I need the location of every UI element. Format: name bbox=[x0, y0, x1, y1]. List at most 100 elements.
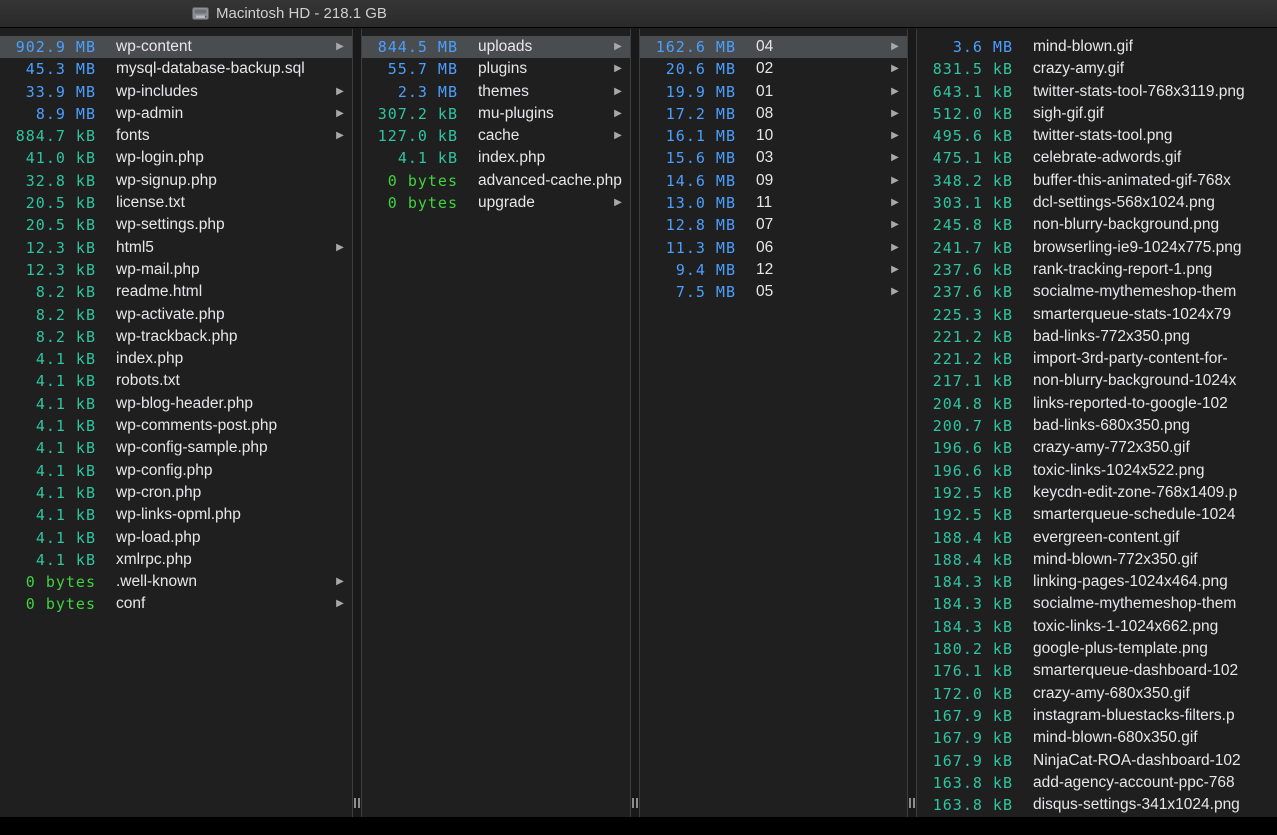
file-row[interactable]: 495.6 kBtwitter-stats-tool.png bbox=[917, 125, 1277, 147]
file-row[interactable]: 167.9 kBinstagram-bluestacks-filters.p bbox=[917, 705, 1277, 727]
file-row[interactable]: 184.3 kBtoxic-links-1-1024x662.png bbox=[917, 616, 1277, 638]
file-size: 307.2 kB bbox=[362, 103, 458, 125]
file-row[interactable]: 512.0 kBsigh-gif.gif bbox=[917, 103, 1277, 125]
file-row[interactable]: 4.1 kBindex.php bbox=[0, 348, 352, 370]
file-row[interactable]: 184.3 kBsocialme-mythemeshop-them bbox=[917, 593, 1277, 615]
file-list[interactable]: 844.5 MBuploads▶55.7 MBplugins▶2.3 MBthe… bbox=[362, 29, 630, 817]
file-row[interactable]: 884.7 kBfonts▶ bbox=[0, 125, 352, 147]
file-row[interactable]: 348.2 kBbuffer-this-animated-gif-768x bbox=[917, 170, 1277, 192]
file-row[interactable]: 12.8 MB07▶ bbox=[640, 214, 907, 236]
file-row[interactable]: 17.2 MB08▶ bbox=[640, 103, 907, 125]
file-row[interactable]: 0 bytesadvanced-cache.php bbox=[362, 170, 630, 192]
title-group: Macintosh HD - 218.1 GB bbox=[192, 0, 387, 27]
file-list[interactable]: 162.6 MB04▶20.6 MB02▶19.9 MB01▶17.2 MB08… bbox=[640, 29, 907, 817]
file-name: toxic-links-1024x522.png bbox=[1033, 460, 1277, 482]
file-row[interactable]: 20.5 kBlicense.txt bbox=[0, 192, 352, 214]
file-row[interactable]: 16.1 MB10▶ bbox=[640, 125, 907, 147]
file-row[interactable]: 643.1 kBtwitter-stats-tool-768x3119.png bbox=[917, 81, 1277, 103]
file-row[interactable]: 2.3 MBthemes▶ bbox=[362, 81, 630, 103]
file-row[interactable]: 4.1 kBxmlrpc.php bbox=[0, 549, 352, 571]
file-row[interactable]: 237.6 kBrank-tracking-report-1.png bbox=[917, 259, 1277, 281]
file-row[interactable]: 45.3 MBmysql-database-backup.sql bbox=[0, 58, 352, 80]
file-row[interactable]: 4.1 kBwp-config.php bbox=[0, 460, 352, 482]
file-row[interactable]: 217.1 kBnon-blurry-background-1024x bbox=[917, 370, 1277, 392]
file-row[interactable]: 33.9 MBwp-includes▶ bbox=[0, 81, 352, 103]
file-row[interactable]: 32.8 kBwp-signup.php bbox=[0, 170, 352, 192]
file-row[interactable]: 172.0 kBcrazy-amy-680x350.gif bbox=[917, 683, 1277, 705]
file-row[interactable]: 162.6 MB04▶ bbox=[640, 36, 907, 58]
file-row[interactable]: 11.3 MB06▶ bbox=[640, 237, 907, 259]
file-row[interactable]: 4.1 kBrobots.txt bbox=[0, 370, 352, 392]
file-name: wp-blog-header.php bbox=[116, 393, 352, 415]
file-row[interactable]: 192.5 kBkeycdn-edit-zone-768x1409.p bbox=[917, 482, 1277, 504]
file-row[interactable]: 7.5 MB05▶ bbox=[640, 281, 907, 303]
file-row[interactable]: 184.3 kBlinking-pages-1024x464.png bbox=[917, 571, 1277, 593]
file-row[interactable]: 4.1 kBindex.php bbox=[362, 147, 630, 169]
file-row[interactable]: 225.3 kBsmarterqueue-stats-1024x79 bbox=[917, 304, 1277, 326]
file-row[interactable]: 163.8 kBdisqus-settings-341x1024.png bbox=[917, 794, 1277, 816]
file-row[interactable]: 4.1 kBwp-links-opml.php bbox=[0, 504, 352, 526]
column-resize-handle[interactable] bbox=[630, 29, 640, 817]
titlebar[interactable]: Macintosh HD - 218.1 GB bbox=[0, 0, 1277, 28]
file-row[interactable]: 241.7 kBbrowserling-ie9-1024x775.png bbox=[917, 237, 1277, 259]
file-size: 4.1 kB bbox=[0, 504, 96, 526]
file-row[interactable]: 307.2 kBmu-plugins▶ bbox=[362, 103, 630, 125]
chevron-right-icon: ▶ bbox=[887, 36, 907, 58]
file-size: 902.9 MB bbox=[0, 36, 96, 58]
file-row[interactable]: 196.6 kBtoxic-links-1024x522.png bbox=[917, 460, 1277, 482]
file-row[interactable]: 14.6 MB09▶ bbox=[640, 170, 907, 192]
file-row[interactable]: 9.4 MB12▶ bbox=[640, 259, 907, 281]
file-row[interactable]: 8.9 MBwp-admin▶ bbox=[0, 103, 352, 125]
file-row[interactable]: 4.1 kBwp-blog-header.php bbox=[0, 393, 352, 415]
file-row[interactable]: 8.2 kBreadme.html bbox=[0, 281, 352, 303]
file-row[interactable]: 4.1 kBwp-config-sample.php bbox=[0, 437, 352, 459]
file-row[interactable]: 12.3 kBhtml5▶ bbox=[0, 237, 352, 259]
file-row[interactable]: 8.2 kBwp-activate.php bbox=[0, 304, 352, 326]
file-name: non-blurry-background.png bbox=[1033, 214, 1277, 236]
file-row[interactable]: 196.6 kBcrazy-amy-772x350.gif bbox=[917, 437, 1277, 459]
file-name: bad-links-680x350.png bbox=[1033, 415, 1277, 437]
file-row[interactable]: 3.6 MBmind-blown.gif bbox=[917, 36, 1277, 58]
file-row[interactable]: 475.1 kBcelebrate-adwords.gif bbox=[917, 147, 1277, 169]
file-row[interactable]: 221.2 kBimport-3rd-party-content-for- bbox=[917, 348, 1277, 370]
file-row[interactable]: 192.5 kBsmarterqueue-schedule-1024 bbox=[917, 504, 1277, 526]
file-row[interactable]: 19.9 MB01▶ bbox=[640, 81, 907, 103]
file-row[interactable]: 180.2 kBgoogle-plus-template.png bbox=[917, 638, 1277, 660]
file-row[interactable]: 167.9 kBmind-blown-680x350.gif bbox=[917, 727, 1277, 749]
file-row[interactable]: 188.4 kBmind-blown-772x350.gif bbox=[917, 549, 1277, 571]
file-row[interactable]: 237.6 kBsocialme-mythemeshop-them bbox=[917, 281, 1277, 303]
file-row[interactable]: 13.0 MB11▶ bbox=[640, 192, 907, 214]
file-list[interactable]: 902.9 MBwp-content▶45.3 MBmysql-database… bbox=[0, 29, 352, 817]
file-row[interactable]: 4.1 kBwp-cron.php bbox=[0, 482, 352, 504]
file-row[interactable]: 20.6 MB02▶ bbox=[640, 58, 907, 80]
file-row[interactable]: 221.2 kBbad-links-772x350.png bbox=[917, 326, 1277, 348]
file-row[interactable]: 844.5 MBuploads▶ bbox=[362, 36, 630, 58]
file-row[interactable]: 831.5 kBcrazy-amy.gif bbox=[917, 58, 1277, 80]
file-row[interactable]: 4.1 kBwp-comments-post.php bbox=[0, 415, 352, 437]
file-row[interactable]: 204.8 kBlinks-reported-to-google-102 bbox=[917, 393, 1277, 415]
column-resize-handle[interactable] bbox=[907, 29, 917, 817]
file-row[interactable]: 0 bytesupgrade▶ bbox=[362, 192, 630, 214]
file-row[interactable]: 188.4 kBevergreen-content.gif bbox=[917, 527, 1277, 549]
file-row[interactable]: 902.9 MBwp-content▶ bbox=[0, 36, 352, 58]
file-row[interactable]: 15.6 MB03▶ bbox=[640, 147, 907, 169]
file-row[interactable]: 200.7 kBbad-links-680x350.png bbox=[917, 415, 1277, 437]
file-row[interactable]: 245.8 kBnon-blurry-background.png bbox=[917, 214, 1277, 236]
file-row[interactable]: 303.1 kBdcl-settings-568x1024.png bbox=[917, 192, 1277, 214]
file-row[interactable]: 20.5 kBwp-settings.php bbox=[0, 214, 352, 236]
file-row[interactable]: 55.7 MBplugins▶ bbox=[362, 58, 630, 80]
file-row[interactable]: 163.8 kBadd-agency-account-ppc-768 bbox=[917, 772, 1277, 794]
horizontal-scrollbar[interactable] bbox=[0, 817, 1277, 835]
file-row[interactable]: 0 bytes.well-known▶ bbox=[0, 571, 352, 593]
file-row[interactable]: 127.0 kBcache▶ bbox=[362, 125, 630, 147]
file-row[interactable]: 176.1 kBsmarterqueue-dashboard-102 bbox=[917, 660, 1277, 682]
file-size: 192.5 kB bbox=[917, 482, 1013, 504]
file-row[interactable]: 12.3 kBwp-mail.php bbox=[0, 259, 352, 281]
file-row[interactable]: 41.0 kBwp-login.php bbox=[0, 147, 352, 169]
file-row[interactable]: 167.9 kBNinjaCat-ROA-dashboard-102 bbox=[917, 750, 1277, 772]
file-row[interactable]: 0 bytesconf▶ bbox=[0, 593, 352, 615]
file-list[interactable]: 3.6 MBmind-blown.gif831.5 kBcrazy-amy.gi… bbox=[917, 29, 1277, 817]
file-row[interactable]: 8.2 kBwp-trackback.php bbox=[0, 326, 352, 348]
column-resize-handle[interactable] bbox=[352, 29, 362, 817]
file-row[interactable]: 4.1 kBwp-load.php bbox=[0, 527, 352, 549]
